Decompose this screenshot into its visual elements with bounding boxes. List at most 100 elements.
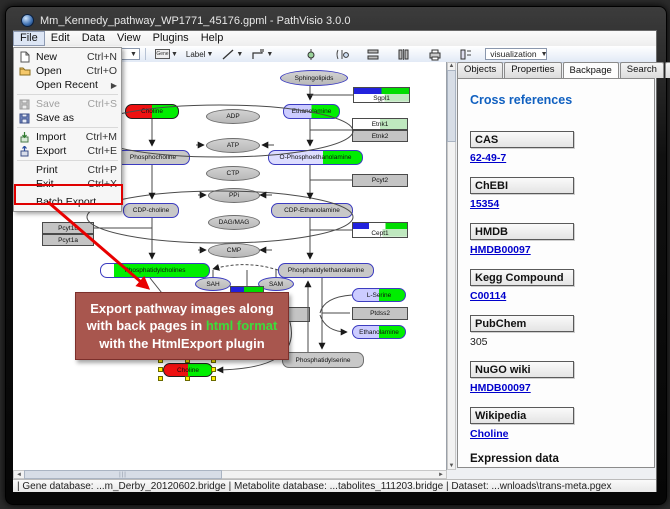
scroll-up-icon[interactable]: ▲ [449, 63, 455, 69]
node-etnk2[interactable]: Etnk2 [352, 130, 408, 142]
backpage-section-chebi: ChEBI 15354 [470, 177, 644, 211]
node-label: Cept1 [371, 230, 388, 237]
file-menu-open-recent[interactable]: Open Recent ▶ [14, 78, 121, 92]
tab-legend[interactable]: Legend [665, 62, 670, 78]
selection-handle[interactable] [158, 376, 163, 381]
node-ethanolamine-bottom[interactable]: Ethanolamine [352, 325, 406, 339]
menu-edit[interactable]: Edit [45, 31, 76, 46]
menubar: File Edit Data View Plugins Help [13, 31, 656, 47]
print-button[interactable] [425, 47, 445, 62]
scroll-right-icon[interactable]: ► [438, 472, 444, 478]
layout-button[interactable] [456, 47, 476, 62]
hmdb-link[interactable]: HMDB00097 [470, 244, 531, 256]
chevron-down-icon: ▼ [266, 51, 273, 58]
node-pcyt1a[interactable]: Pcyt1a [42, 234, 94, 246]
file-menu-save[interactable]: Save Ctrl+S [14, 97, 121, 111]
node-cmp[interactable]: CMP [208, 243, 260, 258]
align-center-icon [304, 48, 318, 61]
scroll-left-icon[interactable]: ◄ [16, 472, 22, 478]
scroll-down-icon[interactable]: ▼ [449, 463, 455, 469]
tab-objects[interactable]: Objects [457, 62, 503, 78]
menu-separator [17, 127, 118, 128]
menu-plugins[interactable]: Plugins [147, 31, 195, 46]
window-title: Mm_Kennedy_pathway_WP1771_45176.gpml - P… [40, 15, 350, 27]
node-label: Phosphocholine [130, 154, 176, 161]
connector-tool-button[interactable]: ▼ [248, 47, 276, 62]
kegg-link[interactable]: C00114 [470, 290, 506, 302]
node-sgpl1[interactable]: Sgpl1 [353, 87, 410, 103]
node-ppi[interactable]: PPi [208, 188, 260, 203]
node-choline-selected[interactable]: Choline [163, 363, 213, 377]
selection-handle[interactable] [211, 376, 216, 381]
gene-tool-button[interactable]: Gene ▼ [152, 47, 181, 62]
node-o-phosphoethanolamine[interactable]: O-Phosphoethanolamine [268, 150, 363, 165]
node-pcyt2[interactable]: Pcyt2 [352, 174, 408, 187]
chebi-link[interactable]: 15354 [470, 198, 499, 210]
node-label: Pcyt1b [58, 225, 78, 232]
node-phosphatidylcholines[interactable]: Phosphatidylcholines [100, 263, 210, 278]
stack-horizontal-button[interactable] [394, 47, 414, 62]
file-menu-save-as[interactable]: Save as [14, 111, 121, 125]
node-label: Sphingolipids [295, 75, 334, 82]
save-as-disk-icon [17, 112, 32, 124]
canvas-horizontal-scrollbar[interactable]: ◄ ||| ► [13, 470, 447, 479]
node-pisd[interactable] [288, 307, 310, 322]
node-cept1[interactable]: Cept1 [352, 222, 408, 238]
node-sah[interactable]: SAH [195, 277, 231, 291]
visualization-combobox[interactable]: visualization ▼ [485, 48, 547, 60]
selection-handle[interactable] [211, 367, 216, 372]
horizontal-scroll-thumb[interactable]: ||| [24, 470, 222, 479]
tab-properties[interactable]: Properties [504, 62, 561, 78]
node-l-serine[interactable]: L-Serine [352, 288, 406, 302]
line-tool-button[interactable]: ▼ [218, 47, 246, 62]
file-menu-open[interactable]: Open Ctrl+O [14, 64, 121, 78]
stack-horizontal-icon [397, 48, 411, 61]
node-choline-top[interactable]: Choline [125, 104, 179, 119]
stack-vertical-button[interactable] [363, 47, 383, 62]
tab-search[interactable]: Search [620, 62, 664, 78]
file-menu-import[interactable]: Import Ctrl+M [14, 130, 121, 144]
node-ethanolamine-top[interactable]: Ethanolamine [283, 104, 340, 119]
canvas-vertical-scrollbar[interactable]: ▲ ▼ [447, 62, 456, 470]
node-cdp-ethanolamine[interactable]: CDP-Ethanolamine [271, 203, 353, 218]
line-icon [221, 48, 235, 61]
node-phosphatidylserine[interactable]: Phosphatidylserine [282, 352, 364, 368]
tab-backpage[interactable]: Backpage [563, 62, 619, 78]
selection-handle[interactable] [158, 367, 163, 372]
node-dag-mag[interactable]: DAG/MAG [208, 215, 260, 230]
menu-help[interactable]: Help [195, 31, 230, 46]
backpage-section-nugo: NuGO wiki HMDB00097 [470, 361, 644, 395]
node-cdp-choline[interactable]: CDP-choline [123, 203, 179, 218]
file-menu-new[interactable]: New Ctrl+N [14, 50, 121, 64]
node-adp[interactable]: ADP [206, 109, 260, 124]
backpage-panel: Cross references CAS 62-49-7 ChEBI 15354… [457, 78, 655, 468]
vertical-scroll-thumb[interactable] [447, 70, 456, 142]
node-pcyt1b[interactable]: Pcyt1b [42, 222, 94, 234]
selection-handle[interactable] [185, 376, 190, 381]
node-ctp[interactable]: CTP [206, 166, 260, 181]
node-phosphocholine[interactable]: Phosphocholine [116, 150, 190, 165]
new-document-icon [17, 51, 32, 63]
screen: Mm_Kennedy_pathway_WP1771_45176.gpml - P… [0, 0, 670, 509]
node-label: Phosphatidylethanolamine [288, 267, 364, 274]
backpage-heading: Cross references [470, 93, 644, 107]
node-etnk1[interactable]: Etnk1 [352, 118, 408, 130]
side-panel-tabs: Objects Properties Backpage Search Legen… [457, 62, 670, 78]
node-label: Choline [141, 108, 163, 115]
align-center-button[interactable] [301, 47, 321, 62]
cas-link[interactable]: 62-49-7 [470, 152, 506, 164]
node-ptdss2[interactable]: Ptdss2 [352, 307, 408, 320]
menu-view[interactable]: View [111, 31, 147, 46]
file-menu-print[interactable]: Print Ctrl+P [14, 163, 121, 177]
menu-file[interactable]: File [13, 31, 45, 46]
distribute-button[interactable] [332, 47, 352, 62]
node-phosphatidylethanolamine[interactable]: Phosphatidylethanolamine [278, 263, 374, 278]
wikipedia-link[interactable]: Choline [470, 428, 509, 440]
node-sphingolipids[interactable]: Sphingolipids [280, 70, 348, 86]
node-atp[interactable]: ATP [206, 138, 260, 153]
menu-data[interactable]: Data [76, 31, 111, 46]
nugo-link[interactable]: HMDB00097 [470, 382, 531, 394]
import-icon [17, 131, 32, 143]
label-tool-button[interactable]: Label ▼ [183, 47, 217, 62]
file-menu-export[interactable]: Export Ctrl+E [14, 144, 121, 158]
